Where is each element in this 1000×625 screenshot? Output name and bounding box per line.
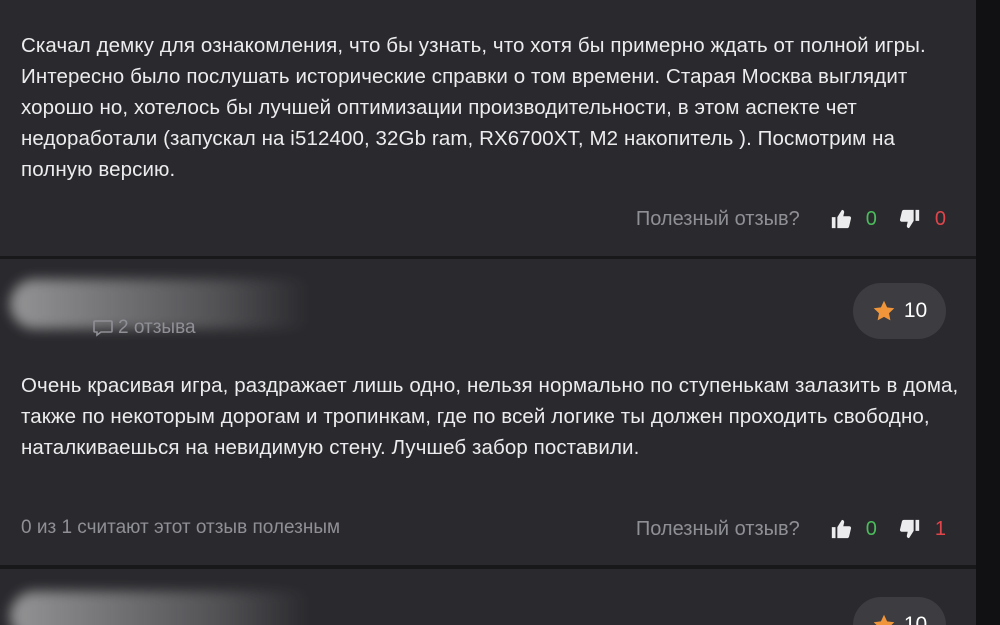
blurred-author [10, 591, 310, 625]
thumbs-down-icon[interactable] [899, 518, 921, 540]
thumbs-up-icon[interactable] [830, 208, 852, 230]
score-badge: 10 [853, 597, 946, 625]
dislike-count: 1 [934, 517, 946, 540]
page-edge [976, 0, 1000, 625]
score-value: 10 [903, 299, 928, 322]
helpful-question: Полезный отзыв? [635, 207, 800, 230]
thumbs-up-icon[interactable] [830, 518, 852, 540]
score-value: 10 [903, 613, 928, 625]
reviews-count-label: 2 отзыва [118, 317, 196, 338]
star-icon [873, 300, 895, 321]
helpful-vote-row: Полезный отзыв? 0 1 [636, 514, 946, 544]
helpful-counter: 0 из 1 считают этот отзыв полезным [21, 517, 341, 538]
comment-icon [93, 320, 113, 337]
review-text: Скачал демку для ознакомления, что бы уз… [21, 34, 926, 181]
like-count: 0 [865, 207, 877, 230]
review-card: Скачал демку для ознакомления, что бы уз… [0, 0, 976, 256]
dislike-count: 0 [934, 207, 946, 230]
score-badge: 10 [853, 283, 946, 339]
helpful-question: Полезный отзыв? [635, 517, 800, 540]
review-card: 10 [0, 569, 976, 625]
star-icon [873, 614, 895, 625]
helpful-vote-row: Полезный отзыв? 0 0 [636, 204, 946, 234]
author-reviews-count[interactable]: 2 отзыва [92, 317, 196, 339]
thumbs-down-icon[interactable] [899, 208, 921, 230]
reviews-feed: Скачал демку для ознакомления, что бы уз… [0, 0, 1000, 625]
review-text: Очень красивая игра, раздражает лишь одн… [21, 374, 959, 459]
review-card: 2 отзыва 10 Очень красивая игра, раздраж… [0, 259, 976, 565]
like-count: 0 [865, 517, 877, 540]
